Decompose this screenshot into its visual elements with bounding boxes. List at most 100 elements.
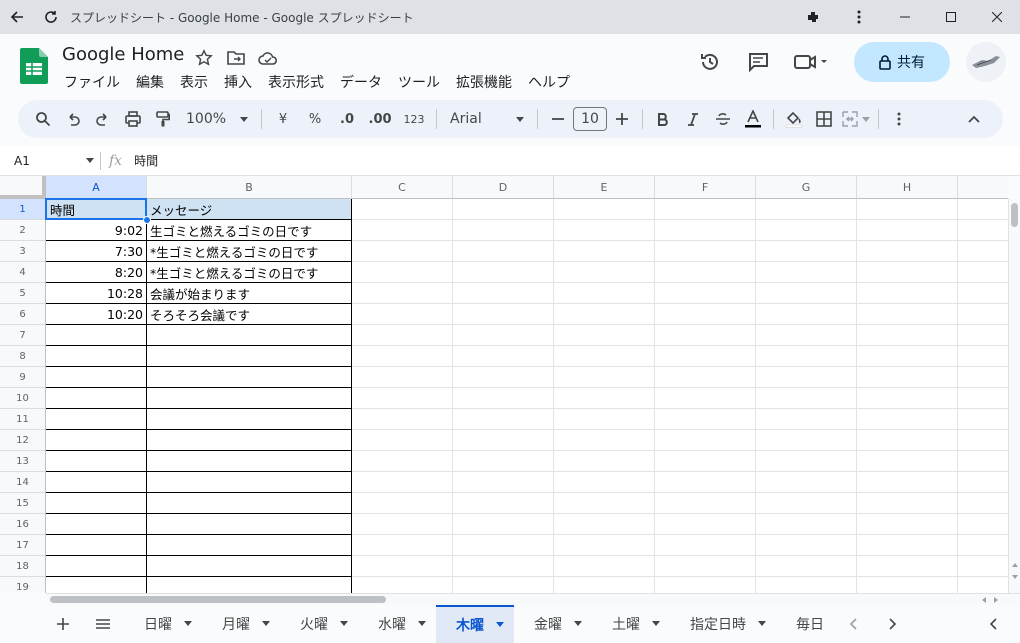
collapse-toolbar-icon[interactable]	[959, 105, 989, 133]
chevron-down-icon[interactable]	[574, 619, 582, 629]
redo-icon[interactable]	[88, 105, 118, 133]
cell[interactable]	[147, 409, 352, 430]
tab-scroll-left-icon[interactable]	[838, 610, 868, 638]
move-folder-icon[interactable]	[224, 46, 248, 70]
cell[interactable]	[352, 535, 453, 556]
cell[interactable]	[554, 493, 655, 514]
paint-format-icon[interactable]	[148, 105, 178, 133]
history-icon[interactable]	[690, 42, 730, 82]
cell[interactable]: 9:02	[46, 220, 147, 241]
scroll-up-icon[interactable]	[1012, 563, 1018, 567]
comment-icon[interactable]	[738, 42, 778, 82]
merge-cells-icon[interactable]	[839, 105, 873, 133]
column-header[interactable]: C	[352, 176, 453, 199]
cell[interactable]	[756, 430, 857, 451]
cell[interactable]	[554, 556, 655, 577]
column-header-blank[interactable]	[958, 176, 1008, 199]
cell[interactable]	[453, 388, 554, 409]
row-header[interactable]: 19	[0, 577, 46, 593]
cell[interactable]	[453, 556, 554, 577]
cell[interactable]	[554, 367, 655, 388]
share-button[interactable]: 共有	[854, 42, 950, 82]
cell[interactable]	[453, 430, 554, 451]
cell[interactable]	[857, 409, 958, 430]
cell[interactable]	[857, 346, 958, 367]
cell[interactable]	[655, 577, 756, 593]
cell[interactable]	[655, 430, 756, 451]
chevron-down-icon[interactable]	[340, 619, 348, 629]
chevron-down-icon[interactable]	[496, 620, 504, 630]
cell[interactable]	[554, 451, 655, 472]
column-header[interactable]: E	[554, 176, 655, 199]
cell[interactable]	[147, 325, 352, 346]
sheet-tab[interactable]: 金曜	[514, 605, 592, 643]
cell[interactable]	[453, 514, 554, 535]
cell[interactable]	[352, 325, 453, 346]
cell[interactable]	[857, 304, 958, 325]
cell[interactable]	[857, 241, 958, 262]
cell[interactable]	[147, 346, 352, 367]
sheet-tab[interactable]: 土曜	[592, 605, 670, 643]
spreadsheet-grid[interactable]: A B C D E F G H 1 時間 メッセージ 2 9:02 生ゴミと燃えるゴミの日です 3 7:30 *…	[0, 176, 1008, 593]
maximize-button[interactable]	[928, 0, 974, 34]
cell[interactable]	[554, 220, 655, 241]
cell[interactable]	[147, 451, 352, 472]
column-header[interactable]: G	[756, 176, 857, 199]
cell[interactable]	[958, 409, 1008, 430]
cell[interactable]	[46, 514, 147, 535]
cell[interactable]	[857, 220, 958, 241]
cell[interactable]	[46, 472, 147, 493]
vertical-scroll-thumb[interactable]	[1011, 203, 1018, 227]
cell[interactable]	[655, 304, 756, 325]
cloud-saved-icon[interactable]	[256, 46, 280, 70]
cell[interactable]: 会議が始まります	[147, 283, 352, 304]
cell[interactable]	[756, 304, 857, 325]
cell[interactable]: 生ゴミと燃えるゴミの日です	[147, 220, 352, 241]
cell[interactable]	[554, 577, 655, 593]
row-header[interactable]: 7	[0, 325, 46, 346]
cell[interactable]	[352, 199, 453, 220]
cell[interactable]	[352, 451, 453, 472]
cell[interactable]	[756, 325, 857, 346]
cell[interactable]	[554, 283, 655, 304]
cell[interactable]	[46, 325, 147, 346]
cell[interactable]	[655, 220, 756, 241]
chevron-down-icon[interactable]	[758, 619, 766, 629]
row-header[interactable]: 13	[0, 451, 46, 472]
sheets-logo-icon[interactable]	[20, 48, 48, 88]
cell[interactable]	[147, 577, 352, 593]
scroll-down-icon[interactable]	[1012, 575, 1018, 579]
chevron-down-icon[interactable]	[418, 619, 426, 629]
cell[interactable]	[655, 367, 756, 388]
sheet-tab[interactable]: 水曜	[358, 605, 436, 643]
cell[interactable]	[352, 304, 453, 325]
cell[interactable]	[46, 451, 147, 472]
row-header[interactable]: 5	[0, 283, 46, 304]
cell[interactable]	[352, 430, 453, 451]
fill-handle[interactable]	[143, 216, 151, 224]
cell[interactable]	[857, 388, 958, 409]
percent-format-button[interactable]: %	[299, 105, 331, 133]
column-header[interactable]: F	[655, 176, 756, 199]
cell[interactable]	[453, 493, 554, 514]
cell[interactable]	[46, 430, 147, 451]
row-header[interactable]: 10	[0, 388, 46, 409]
text-color-icon[interactable]	[738, 105, 768, 133]
cell[interactable]	[46, 577, 147, 593]
cell[interactable]	[857, 472, 958, 493]
cell[interactable]: 時間	[46, 199, 147, 220]
reload-icon[interactable]	[34, 0, 68, 34]
cell[interactable]	[958, 451, 1008, 472]
cell[interactable]	[554, 262, 655, 283]
cell[interactable]	[655, 388, 756, 409]
add-sheet-icon[interactable]	[48, 610, 78, 638]
cell[interactable]	[352, 346, 453, 367]
row-header[interactable]: 1	[0, 199, 46, 220]
cell[interactable]	[756, 220, 857, 241]
cell[interactable]	[756, 199, 857, 220]
search-menus-icon[interactable]	[28, 105, 58, 133]
meet-icon[interactable]	[786, 42, 836, 82]
cell[interactable]	[857, 262, 958, 283]
cell[interactable]	[857, 514, 958, 535]
cell[interactable]	[958, 304, 1008, 325]
